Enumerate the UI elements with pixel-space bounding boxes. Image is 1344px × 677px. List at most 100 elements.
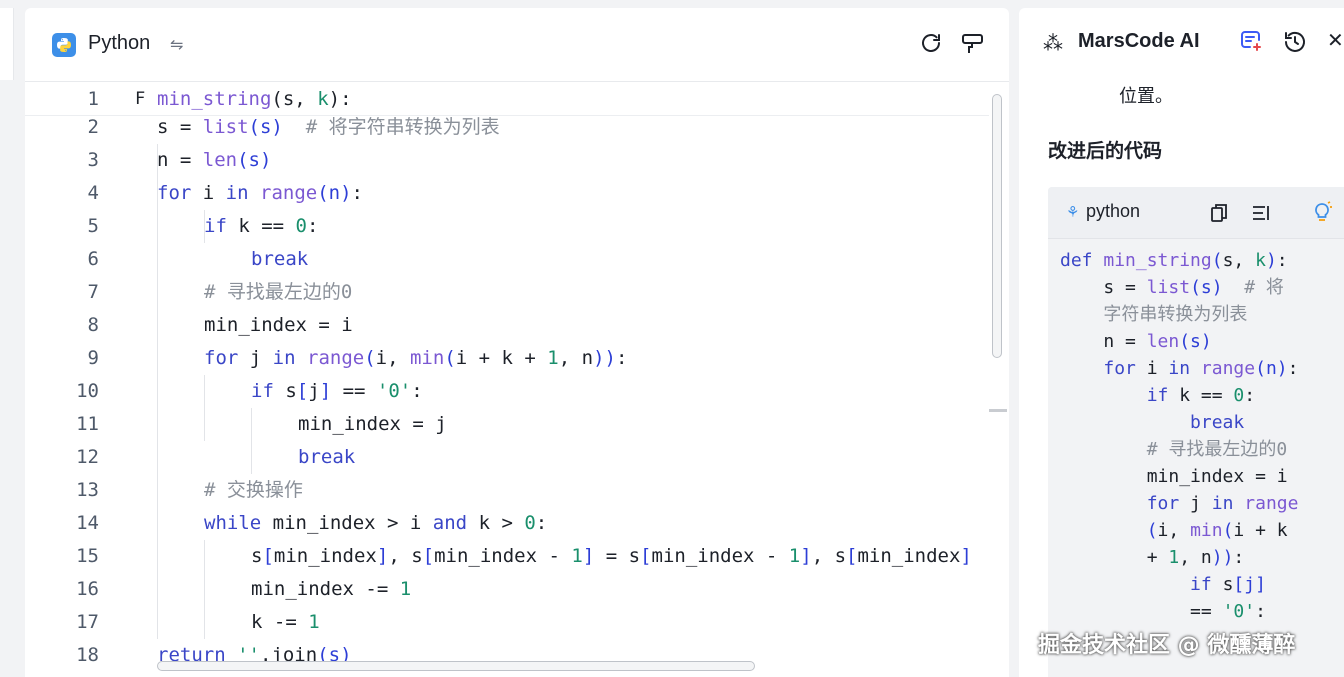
insert-code-icon[interactable] [1251, 203, 1271, 227]
code-token: ( [1211, 250, 1223, 271]
code-token: min_index [273, 545, 377, 567]
code-area[interactable]: 2s = list(s) # 将字符串转换为列表 3 n = len(s) 4 for … [25, 83, 1009, 677]
code-line[interactable]: 3 n = len(s) [25, 144, 989, 177]
ai-panel-title: MarsCode AI [1078, 30, 1200, 52]
horizontal-scrollbar[interactable] [157, 661, 755, 671]
code-token: 1 [308, 611, 320, 633]
code-line[interactable]: 5 if k == 0: [25, 210, 989, 243]
code-token: : [1244, 385, 1256, 406]
code-snippet-block: ⚘ python def min_string(s, k): s = list(… [1048, 187, 1344, 677]
code-token: j [308, 380, 320, 402]
python-logo-icon [52, 33, 76, 57]
code-token: min_string [157, 88, 272, 110]
code-line[interactable]: 6 break [25, 243, 989, 276]
code-token: i + k + [455, 347, 548, 369]
code-line[interactable]: 15 s[min_index], s[min_index - 1] = s[min… [25, 540, 989, 573]
code-token: : [411, 380, 423, 402]
code-content: for i in range(n): [157, 177, 363, 210]
code-line[interactable]: 8 min_index = i [25, 309, 989, 342]
code-line[interactable]: 9 for j in range(i, min(i + k + 1, n)): [25, 342, 989, 375]
code-line[interactable]: 12 break [25, 441, 989, 474]
format-code-icon[interactable] [960, 31, 986, 59]
code-line[interactable]: 17 k -= 1 [25, 606, 989, 639]
snippet-line: # 寻找最左边的0 [1060, 436, 1288, 463]
code-line[interactable]: 10 if s[j] == '0': [25, 375, 989, 408]
vertical-scrollbar[interactable] [992, 94, 1002, 358]
line-number: 19 [55, 672, 99, 677]
code-token: for [157, 182, 192, 204]
code-token: 0 [1233, 385, 1245, 406]
code-token: ] [800, 545, 812, 567]
code-token: range [307, 347, 365, 369]
code-token: min [1190, 520, 1223, 541]
code-token: 1 [547, 347, 559, 369]
code-token: == [1060, 601, 1223, 622]
code-token: : [351, 182, 363, 204]
snippet-line: def min_string(s, k): [1060, 247, 1288, 274]
code-token: (s) [248, 116, 283, 138]
code-content: # 交换操作 [204, 474, 303, 507]
indent-guide [157, 144, 158, 639]
left-panel-edge [0, 8, 14, 80]
code-token: ( [444, 347, 456, 369]
line-number: 9 [87, 347, 99, 369]
code-token: in [1211, 493, 1234, 514]
code-line[interactable]: 14 while min_index > i and k > 0: [25, 507, 989, 540]
copy-icon[interactable] [1210, 203, 1228, 227]
code-token: list [202, 116, 249, 138]
code-token: break [1190, 412, 1245, 433]
code-token: min_index > i [261, 512, 433, 534]
code-token: [ [262, 545, 274, 567]
history-icon[interactable] [1282, 29, 1308, 59]
code-token: min_index [857, 545, 961, 567]
code-line[interactable]: 13 # 交换操作 [25, 474, 989, 507]
code-token: '0' [1222, 601, 1256, 622]
code-token: in [225, 182, 249, 204]
snippet-line: for i in range(n): [1060, 355, 1298, 382]
lightbulb-icon[interactable] [1311, 201, 1333, 229]
indent-guide [251, 408, 252, 474]
code-token: [ [422, 545, 435, 567]
code-token: len [1146, 331, 1180, 352]
snippet-header: ⚘ python [1048, 187, 1344, 239]
code-token: ] [319, 380, 332, 402]
code-line[interactable]: 19 [25, 672, 989, 677]
code-token: (s) [237, 149, 272, 171]
code-token: for [204, 347, 239, 369]
code-token: for [1103, 358, 1136, 379]
line-number: 15 [76, 545, 99, 567]
code-line[interactable]: 7 # 寻找最左边的0 [25, 276, 989, 309]
code-token: [ [846, 545, 858, 567]
code-token: # 将字符串转换为列表 [282, 116, 500, 138]
close-icon[interactable]: ✕ [1327, 28, 1344, 52]
line-number: 13 [76, 479, 99, 501]
code-token: range [1200, 358, 1256, 379]
code-line[interactable]: 4 for i in range(n): [25, 177, 989, 210]
code-token: n = [1060, 331, 1147, 352]
refresh-icon[interactable] [919, 31, 943, 59]
code-line[interactable]: 11 min_index = j [25, 408, 989, 441]
editor-language-label: Python [88, 32, 151, 54]
code-token: s = [1060, 277, 1147, 298]
snippet-line: + 1, n)): [1060, 544, 1245, 571]
code-token: s [251, 545, 263, 567]
code-token: min_index - [651, 545, 789, 567]
code-content: break [298, 441, 355, 474]
sticky-scroll-line[interactable]: 1 Fmin_string(s, k): [25, 83, 989, 116]
indent-guide [204, 540, 205, 639]
code-line[interactable]: 16 min_index -= 1 [25, 573, 989, 606]
code-token: j [1179, 493, 1212, 514]
code-token: + [1060, 547, 1169, 568]
swap-language-icon[interactable]: ⇋ [170, 35, 183, 54]
code-token: , [294, 88, 318, 110]
code-content: s[min_index], s[min_index - 1] = s[min_i… [251, 540, 972, 573]
code-token: = s [594, 545, 641, 567]
code-token: # 将 [1222, 277, 1284, 298]
new-chat-icon[interactable] [1239, 29, 1263, 57]
fold-marker[interactable]: F [135, 83, 145, 116]
code-token: len [202, 149, 238, 171]
code-token: : [1276, 250, 1288, 271]
